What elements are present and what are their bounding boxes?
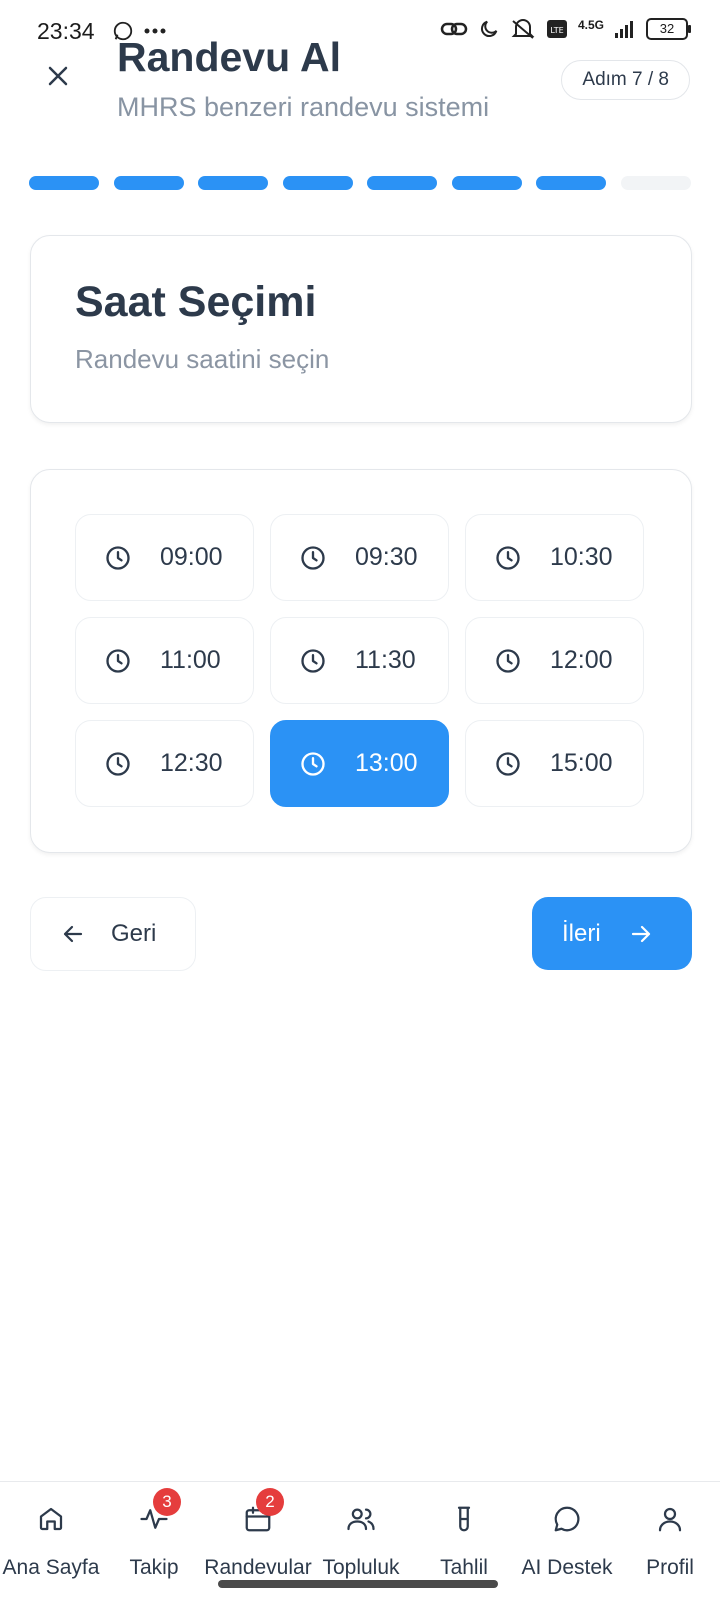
users-icon [347,1508,375,1531]
time-slot[interactable]: 11:00 [75,617,254,704]
time-slot-label: 12:30 [160,749,223,777]
nav-label: Profil [646,1556,694,1579]
notification-badge: 2 [256,1488,284,1516]
volte-icon: LTE [546,20,567,38]
time-slot-label: 12:00 [550,646,613,674]
nav-label: Randevular [204,1556,312,1579]
arrow-right-icon [629,922,653,946]
time-slot[interactable]: 12:00 [465,617,644,704]
next-button[interactable]: İleri [532,897,692,970]
time-slots-card: 09:00 09:30 10:30 11:00 11:30 12:00 12:3… [30,469,692,853]
next-button-label: İleri [562,919,601,947]
time-slot[interactable]: 11:30 [270,617,449,704]
nav-label: Topluluk [322,1556,400,1579]
clock-icon [104,750,132,778]
moon-icon [481,20,498,37]
mute-icon [511,19,535,39]
nav-label: Takip [129,1556,179,1579]
status-time: 23:34 [37,18,95,44]
time-slot[interactable]: 09:30 [270,514,449,601]
network-type: 4.5G [577,18,604,32]
clock-icon [299,544,327,572]
user-icon [658,1507,682,1532]
progress-segment [113,176,184,190]
card-subtitle: Randevu saatini seçin [75,344,330,374]
time-slot-label: 11:00 [160,646,221,674]
time-slot[interactable]: 10:30 [465,514,644,601]
time-slot-label: 09:00 [160,543,223,571]
progress-segment [620,176,691,190]
clock-icon [104,544,132,572]
progress-segment [451,176,522,190]
time-slot-label: 09:30 [355,543,418,571]
chat-icon [554,1506,580,1532]
status-system-icons: LTE 4.5G 32 [440,18,691,40]
time-slots-grid: 09:00 09:30 10:30 11:00 11:30 12:00 12:3… [75,514,644,807]
progress-segment [536,176,607,190]
time-slot[interactable]: 12:30 [75,720,254,807]
arrow-left-icon [61,922,85,946]
test-tube-icon [457,1506,471,1532]
close-icon [48,66,68,86]
nav-label: Ana Sayfa [2,1556,100,1579]
clock-icon [494,544,522,572]
nav-label: AI Destek [521,1556,613,1579]
page-subtitle: MHRS benzeri randevu sistemi [117,92,490,122]
back-button[interactable]: Geri [30,897,196,971]
home-indicator[interactable] [218,1580,498,1588]
time-slot-label: 11:30 [355,646,416,674]
step-badge: Adım 7 / 8 [561,60,690,100]
clock-icon [299,647,327,675]
card-title: Saat Seçimi [75,278,317,326]
clock-icon [494,750,522,778]
clock-icon [494,647,522,675]
clock-icon [299,750,327,778]
close-button[interactable] [40,58,76,94]
time-slot-label: 10:30 [550,543,613,571]
time-slot[interactable]: 09:00 [75,514,254,601]
progress-segment [198,176,269,190]
time-slot[interactable]: 13:00 [270,720,449,807]
page-title: Randevu Al [117,34,342,80]
progress-segment [367,176,438,190]
svg-text:LTE: LTE [550,26,563,35]
notification-badge: 3 [153,1488,181,1516]
progress-segment [282,176,353,190]
back-button-label: Geri [111,920,157,947]
signal-icon [615,21,633,38]
clock-icon [104,647,132,675]
time-slot[interactable]: 15:00 [465,720,644,807]
step-info-card: Saat Seçimi Randevu saatini seçin [30,235,692,423]
time-slot-label: 15:00 [550,749,613,777]
progress-segment [29,176,99,190]
home-icon [39,1507,63,1531]
link-icon [440,22,468,36]
nav-label: Tahlil [440,1556,488,1579]
step-progress [29,176,691,190]
battery-indicator: 32 [646,18,691,40]
time-slot-label: 13:00 [355,749,418,777]
